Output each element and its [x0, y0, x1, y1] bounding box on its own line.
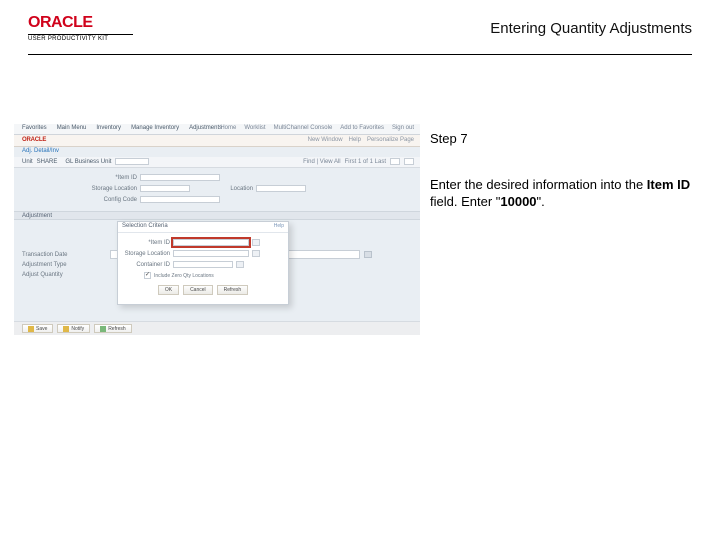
notify-footer-button[interactable]: Notify [57, 324, 90, 333]
link-help[interactable]: Help [349, 137, 361, 143]
top-links: Home Worklist MultiChannel Console Add t… [220, 125, 414, 131]
popup-title: Selection Criteria [122, 223, 168, 229]
refresh-button[interactable]: Refresh [217, 285, 249, 295]
location-input[interactable] [256, 185, 306, 192]
popup-body: *Item ID Storage Location Container ID I… [118, 233, 288, 298]
zero-qty-checkbox[interactable] [144, 272, 151, 279]
crumb[interactable]: Adjustments [189, 125, 222, 131]
crumb[interactable]: Manage Inventory [131, 125, 179, 131]
instr-field: Item ID [647, 177, 690, 192]
link-newwindow[interactable]: New Window [308, 137, 343, 143]
logo-rule [28, 34, 133, 35]
zero-qty-label: Include Zero Qty Locations [154, 273, 214, 279]
crumb[interactable]: Favorites [22, 125, 47, 131]
lbl-adj-type: Adjustment Type [22, 262, 67, 268]
crumb[interactable]: Main Menu [57, 125, 87, 131]
instruction-pane: Step 7 Enter the desired information int… [430, 130, 692, 211]
popup-lbl-item: *Item ID [124, 240, 170, 246]
app-screenshot: Favorites Main Menu Inventory Manage Inv… [14, 124, 420, 335]
breadcrumb-menu: Favorites Main Menu Inventory Manage Inv… [22, 125, 222, 131]
instruction-text: Enter the desired information into the I… [430, 176, 692, 211]
app-topbar: Favorites Main Menu Inventory Manage Inv… [14, 124, 420, 135]
page-breadcrumb: Adj. Detail/Inv [14, 147, 420, 157]
instr-post: ". [537, 194, 545, 209]
instr-pre: Enter the desired information into the [430, 177, 647, 192]
brand-links: New Window Help Personalize Page [308, 137, 414, 143]
header-divider [28, 54, 692, 55]
storage-input[interactable] [140, 185, 190, 192]
app-toolbar: Unit SHARE GL Business Unit Find | View … [14, 157, 420, 168]
lbl-storage: Storage Location [84, 186, 140, 192]
adjustment-labels: Transaction Date Adjustment Type Adjust … [22, 252, 67, 278]
instr-val: 10000 [500, 194, 536, 209]
refresh-icon [100, 326, 106, 332]
popup-title-bar: Selection Criteria Help [118, 222, 288, 233]
popup-storage-input[interactable] [173, 250, 249, 257]
app-brandbar: ORACLE New Window Help Personalize Page [14, 135, 420, 147]
link-home[interactable]: Home [220, 125, 236, 131]
save-footer-button[interactable]: Save [22, 324, 53, 333]
popup-item-lookup-icon[interactable] [252, 239, 260, 246]
toolbar-left: Unit SHARE GL Business Unit [22, 158, 149, 165]
link-fav[interactable]: Add to Favorites [340, 125, 384, 131]
notify-footer-label: Notify [71, 325, 84, 333]
popup-container-input[interactable] [173, 261, 233, 268]
lbl-adj-qty: Adjust Quantity [22, 272, 67, 278]
save-icon [28, 326, 34, 332]
nav-pos: First 1 of 1 Last [345, 159, 386, 165]
item-id-input-bg[interactable] [140, 174, 220, 181]
lbl-item-id: *Item ID [84, 175, 140, 181]
logo-main: ORACLE [28, 14, 133, 32]
tl-unit-val: SHARE [37, 159, 58, 165]
popup-help-link[interactable]: Help [274, 223, 284, 229]
form-area: *Item ID Storage Location Location Confi… [14, 168, 420, 209]
lbl-txn-date: Transaction Date [22, 252, 67, 258]
app-footerbar: Save Notify Refresh [14, 321, 420, 335]
popup-buttons: OK Cancel Refresh [124, 285, 282, 295]
gl-unit-input[interactable] [115, 158, 149, 165]
notify-icon [63, 326, 69, 332]
toolbar-right: Find | View All First 1 of 1 Last [303, 158, 414, 165]
selection-popup: Selection Criteria Help *Item ID Storage… [117, 221, 289, 305]
instr-mid: field. Enter " [430, 194, 500, 209]
section-adjustment: Adjustment [14, 211, 420, 220]
step-label: Step 7 [430, 130, 692, 148]
lbl-location: Location [208, 186, 256, 192]
find-viewall[interactable]: Find | View All [303, 159, 340, 165]
save-footer-label: Save [36, 325, 47, 333]
popup-lbl-container: Container ID [124, 262, 170, 268]
refresh-footer-button[interactable]: Refresh [94, 324, 132, 333]
del-row-button[interactable] [404, 158, 414, 165]
link-mcc[interactable]: MultiChannel Console [274, 125, 333, 131]
add-row-button[interactable] [390, 158, 400, 165]
link-signout[interactable]: Sign out [392, 125, 414, 131]
popup-container-lookup-icon[interactable] [236, 261, 244, 268]
crumb[interactable]: Inventory [96, 125, 121, 131]
config-input[interactable] [140, 196, 220, 203]
logo-sub: USER PRODUCTIVITY KIT [28, 36, 133, 42]
link-personalize[interactable]: Personalize Page [367, 137, 414, 143]
refresh-footer-label: Refresh [108, 325, 126, 333]
bc-title: Adj. Detail/Inv [22, 148, 59, 154]
popup-item-id-input[interactable] [173, 239, 249, 246]
page-title: Entering Quantity Adjustments [490, 20, 692, 37]
popup-lbl-storage: Storage Location [124, 251, 170, 257]
tl-unit-label: Unit [22, 159, 33, 165]
tl-gl-label: GL Business Unit [65, 159, 111, 165]
ok-button[interactable]: OK [158, 285, 179, 295]
lookup-icon[interactable] [364, 251, 372, 258]
app-brand: ORACLE [22, 137, 46, 143]
link-worklist[interactable]: Worklist [244, 125, 265, 131]
lbl-config: Config Code [84, 197, 140, 203]
popup-storage-lookup-icon[interactable] [252, 250, 260, 257]
doc-header: ORACLE USER PRODUCTIVITY KIT Entering Qu… [0, 12, 720, 56]
cancel-button[interactable]: Cancel [183, 285, 213, 295]
brand-logo: ORACLE USER PRODUCTIVITY KIT [28, 14, 133, 42]
